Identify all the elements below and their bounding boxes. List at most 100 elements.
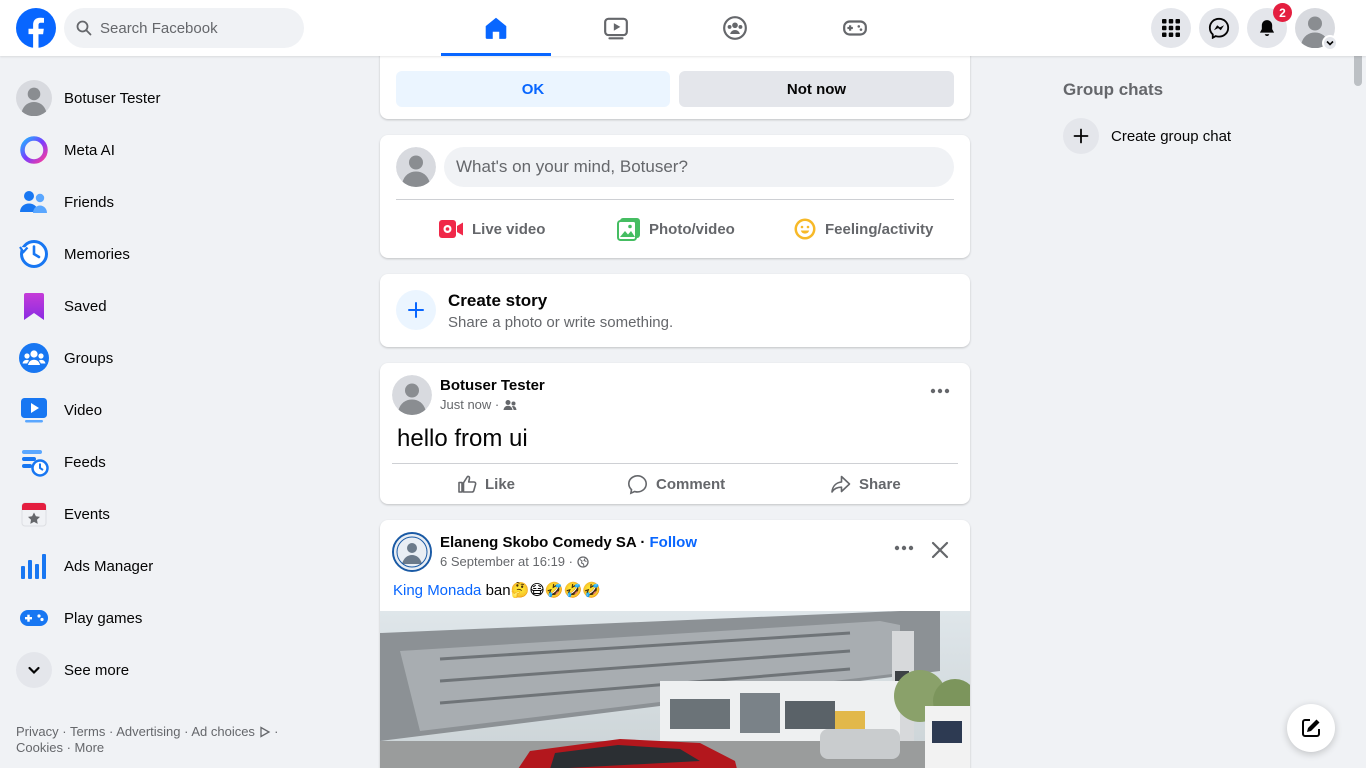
sidebar-item-events[interactable]: Events bbox=[8, 488, 352, 540]
create-story-subtitle: Share a photo or write something. bbox=[448, 314, 674, 331]
tab-gaming[interactable] bbox=[800, 0, 910, 56]
photo-video-button[interactable]: Photo/video bbox=[617, 211, 735, 247]
share-arrow-icon bbox=[831, 475, 851, 493]
groups-icon bbox=[19, 343, 49, 373]
create-story-title: Create story bbox=[448, 291, 548, 310]
comment-button[interactable]: Comment bbox=[627, 469, 725, 499]
plus-icon bbox=[408, 302, 424, 318]
sidebar-item-video[interactable]: Video bbox=[8, 384, 352, 436]
like-thumb-icon bbox=[458, 475, 477, 493]
sidebar-item-memories[interactable]: Memories bbox=[8, 228, 352, 280]
page-profile-image bbox=[394, 534, 430, 570]
like-label: Like bbox=[485, 475, 516, 493]
top-navigation-bar: 2 bbox=[0, 0, 1366, 56]
account-avatar-button[interactable] bbox=[1295, 8, 1338, 51]
footer-links: Privacy · Terms · Advertising · Ad choic… bbox=[16, 724, 279, 755]
footer-cookies-link[interactable]: Cookies bbox=[16, 740, 63, 755]
ads-manager-icon bbox=[21, 554, 46, 579]
post-timestamp[interactable]: 6 September at 16:19 bbox=[440, 554, 565, 569]
chevron-down-icon bbox=[28, 666, 40, 675]
create-story-card[interactable]: Create story Share a photo or write some… bbox=[380, 274, 970, 347]
sidebar-item-saved[interactable]: Saved bbox=[8, 280, 352, 332]
post-author-name[interactable]: Botuser Tester bbox=[440, 377, 545, 394]
search-box[interactable] bbox=[64, 8, 304, 48]
feeling-activity-button[interactable]: Feeling/activity bbox=[793, 211, 933, 247]
post-card: Elaneng Skobo Comedy SA · Follow 6 Septe… bbox=[380, 520, 970, 768]
gas-station-photo bbox=[380, 611, 970, 768]
sidebar-item-label: Events bbox=[64, 505, 110, 523]
sidebar-item-feeds[interactable]: Feeds bbox=[8, 436, 352, 488]
see-more-label: See more bbox=[64, 661, 130, 679]
live-video-button[interactable]: Live video bbox=[438, 211, 545, 247]
ad-choices-icon bbox=[259, 726, 270, 738]
footer-advertising-link[interactable]: Advertising bbox=[116, 724, 180, 739]
default-avatar-icon bbox=[396, 147, 436, 187]
whats-on-your-mind-input[interactable]: What's on your mind, Botuser? bbox=[444, 147, 954, 187]
sidebar-item-ads-manager[interactable]: Ads Manager bbox=[8, 540, 352, 592]
account-chevron[interactable] bbox=[1322, 35, 1338, 51]
post-options-button[interactable] bbox=[886, 536, 922, 560]
caption-text: ban🤔😷🤣🤣🤣 bbox=[481, 582, 601, 599]
share-button[interactable]: Share bbox=[830, 469, 901, 499]
search-input[interactable] bbox=[100, 19, 280, 37]
post-options-button[interactable] bbox=[922, 379, 958, 403]
post-card: Botuser Tester Just now · hello from ui … bbox=[380, 363, 970, 504]
more-horizontal-icon bbox=[930, 388, 950, 394]
sidebar-item-groups[interactable]: Groups bbox=[8, 332, 352, 384]
sidebar-item-label: Video bbox=[64, 401, 103, 419]
sidebar-item-profile[interactable]: Botuser Tester bbox=[8, 72, 352, 124]
user-avatar-icon bbox=[16, 80, 52, 116]
create-story-plus[interactable] bbox=[396, 290, 436, 330]
messenger-button[interactable] bbox=[1199, 8, 1239, 48]
comment-bubble-icon bbox=[627, 474, 648, 495]
left-sidebar: Botuser Tester Meta AI Friends Memories … bbox=[8, 72, 352, 696]
composer-avatar[interactable] bbox=[396, 147, 436, 187]
mention-link[interactable]: King Monada bbox=[393, 582, 481, 599]
sidebar-item-label: Ads Manager bbox=[64, 557, 154, 575]
sidebar-item-meta-ai[interactable]: Meta AI bbox=[8, 124, 352, 176]
tab-groups[interactable] bbox=[680, 0, 790, 56]
facebook-logo-icon[interactable] bbox=[16, 8, 56, 48]
footer-terms-link[interactable]: Terms bbox=[70, 724, 105, 739]
sidebar-item-friends[interactable]: Friends bbox=[8, 176, 352, 228]
video-icon bbox=[21, 398, 47, 423]
plus-icon bbox=[1073, 128, 1089, 144]
post-timestamp[interactable]: Just now bbox=[440, 397, 491, 412]
feeds-icon bbox=[22, 450, 49, 477]
sidebar-item-play-games[interactable]: Play games bbox=[8, 592, 352, 644]
create-group-chat-button[interactable]: Create group chat bbox=[1063, 116, 1231, 156]
like-button[interactable]: Like bbox=[457, 469, 515, 499]
page-name[interactable]: Elaneng Skobo Comedy SA bbox=[440, 534, 636, 551]
post-photo[interactable] bbox=[380, 611, 970, 768]
comment-label: Comment bbox=[656, 475, 726, 493]
video-play-icon bbox=[604, 17, 628, 40]
footer-ad-choices-link[interactable]: Ad choices bbox=[191, 724, 255, 739]
not-now-button[interactable]: Not now bbox=[679, 71, 954, 107]
ok-button[interactable]: OK bbox=[396, 71, 670, 107]
tab-home[interactable] bbox=[441, 0, 551, 56]
footer-more-link[interactable]: More bbox=[75, 740, 105, 755]
page-scrollbar[interactable] bbox=[1350, 0, 1366, 768]
groups-nav-icon bbox=[723, 16, 747, 40]
chevron-down-icon bbox=[1326, 40, 1334, 46]
globe-icon bbox=[576, 555, 589, 568]
sidebar-item-label: Saved bbox=[64, 297, 107, 315]
tab-video[interactable] bbox=[561, 0, 671, 56]
post-text: hello from ui bbox=[397, 425, 528, 452]
notifications-button[interactable]: 2 bbox=[1247, 3, 1292, 48]
follow-button[interactable]: Follow bbox=[650, 534, 698, 551]
close-icon[interactable] bbox=[928, 538, 952, 562]
footer-privacy-link[interactable]: Privacy bbox=[16, 724, 59, 739]
post-caption: King Monada ban🤔😷🤣🤣🤣 bbox=[393, 581, 601, 599]
share-label: Share bbox=[859, 475, 901, 493]
new-message-button[interactable] bbox=[1287, 704, 1335, 752]
live-video-icon bbox=[439, 220, 463, 238]
post-author-avatar[interactable] bbox=[392, 375, 432, 415]
friends-icon bbox=[20, 191, 47, 213]
sidebar-item-label: Groups bbox=[64, 349, 114, 367]
group-chats-title: Group chats bbox=[1063, 80, 1164, 99]
menu-button[interactable] bbox=[1151, 8, 1191, 48]
photo-icon bbox=[617, 218, 640, 241]
page-avatar[interactable] bbox=[392, 532, 432, 572]
sidebar-see-more[interactable]: See more bbox=[8, 644, 352, 696]
